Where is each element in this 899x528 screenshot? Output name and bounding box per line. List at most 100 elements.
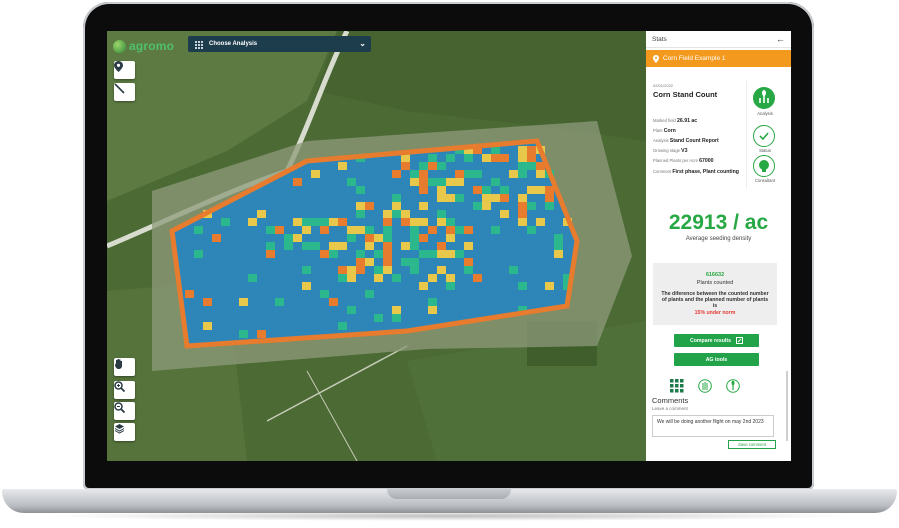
heatmap-cell [410, 226, 419, 234]
heatmap-cell [410, 170, 419, 178]
heatmap-cell [320, 226, 329, 234]
heatmap-cell [266, 226, 275, 234]
heatmap-cell [302, 282, 311, 290]
heatmap-cell [419, 218, 428, 226]
heatmap-cell [347, 274, 356, 282]
status-label: Status [759, 148, 771, 153]
heatmap-cell [419, 186, 428, 194]
heatmap-cell [545, 282, 554, 290]
tab-sprout[interactable] [726, 379, 740, 393]
heatmap-cell [338, 322, 347, 330]
heatmap-cell [518, 194, 527, 202]
heatmap-cell [545, 194, 554, 202]
heatmap-cell [446, 250, 455, 258]
heatmap-cell [428, 274, 437, 282]
heatmap-cell [338, 274, 347, 282]
heatmap-cell [482, 194, 491, 202]
compare-results-button[interactable]: Compare results [674, 334, 759, 347]
field-selector[interactable]: Corn Field Example 1 [646, 50, 791, 67]
heatmap-cell [464, 258, 473, 266]
plant-icon [759, 90, 769, 103]
tab-wheat[interactable] [698, 379, 712, 393]
heatmap-cell [527, 186, 536, 194]
ag-tools-button[interactable]: AG tools [674, 353, 759, 366]
measure-line-tool[interactable] [114, 83, 135, 101]
heatmap-cell [329, 298, 338, 306]
heatmap-cell [311, 218, 320, 226]
heatmap-cell [185, 290, 194, 298]
heatmap-cell [455, 178, 464, 186]
sprout-icon [726, 379, 740, 393]
heatmap-cell [518, 146, 527, 154]
heatmap-cell [410, 234, 419, 242]
zoom-out-tool[interactable] [114, 402, 135, 420]
wheat-icon [698, 379, 712, 393]
heatmap-cell [527, 202, 536, 210]
heatmap-cell [554, 250, 563, 258]
status-icons: Analysis Status Consultant [746, 81, 783, 189]
heatmap-cell [491, 194, 500, 202]
heatmap-cell [527, 154, 536, 162]
heatmap-cell [329, 218, 338, 226]
detail-plant: Plant Corn [653, 128, 676, 134]
heatmap-cell [491, 226, 500, 234]
heatmap-cell [311, 170, 320, 178]
zoom-in-tool[interactable] [114, 381, 135, 399]
status-check-button[interactable] [753, 125, 775, 147]
heatmap-cell [293, 178, 302, 186]
heatmap-cell [464, 242, 473, 250]
report-date: 02/01/2022 [653, 83, 674, 88]
heatmap-cell [392, 210, 401, 218]
back-arrow-icon[interactable]: ← [776, 34, 785, 44]
heatmap-cell [329, 242, 338, 250]
comment-textarea[interactable]: We will be doing another flight on may 2… [652, 415, 774, 437]
stats-title: Stats [652, 35, 667, 43]
analysis-status-button[interactable] [753, 87, 775, 109]
heatmap-cell [365, 234, 374, 242]
heatmap-cell [401, 162, 410, 170]
heatmap-cell [536, 218, 545, 226]
heatmap-cell [365, 226, 374, 234]
pin-icon [114, 61, 123, 72]
analysis-label: Analysis [757, 111, 773, 116]
save-comment-button[interactable]: Save comment [728, 440, 776, 449]
heatmap-cell [356, 266, 365, 274]
location-pin-tool[interactable] [114, 61, 135, 79]
heatmap-cell [446, 234, 455, 242]
panel-scrollbar[interactable] [786, 371, 788, 441]
heatmap-cell [392, 202, 401, 210]
satellite-map[interactable]: agromo Choose Analysis ⌄ [107, 31, 646, 461]
ag-tools-label: AG tools [705, 356, 728, 363]
layers-tool[interactable] [114, 423, 135, 441]
heatmap-cell [329, 250, 338, 258]
heatmap-cell [194, 250, 203, 258]
heatmap-cell [464, 154, 473, 162]
comments-title: Comments [652, 396, 689, 405]
heatmap-cell [437, 218, 446, 226]
heatmap-cell [428, 154, 437, 162]
hand-tool[interactable] [114, 358, 135, 376]
tab-grid[interactable] [670, 379, 684, 393]
heatmap-cell [347, 226, 356, 234]
heatmap-cell [212, 234, 221, 242]
heatmap-cell [401, 258, 410, 266]
heatmap-cell [464, 170, 473, 178]
heatmap-cell [500, 210, 509, 218]
heatmap-cell [383, 242, 392, 250]
heatmap-cell [383, 250, 392, 258]
heatmap-cell [518, 162, 527, 170]
agromo-logo[interactable]: agromo [113, 38, 174, 54]
heatmap-cell [518, 170, 527, 178]
detail-growing-stage: Growing stage V3 [653, 148, 688, 154]
consultant-button[interactable] [753, 155, 775, 177]
heatmap-cell [518, 282, 527, 290]
heatmap-cell [320, 218, 329, 226]
heatmap-cell [365, 242, 374, 250]
consultant-label: Consultant [754, 178, 776, 183]
average-density-label: Average seeding density [685, 236, 752, 242]
heatmap-cell [356, 250, 365, 258]
heatmap-cell [347, 178, 356, 186]
choose-analysis-dropdown[interactable]: Choose Analysis ⌄ [188, 36, 371, 52]
heatmap-cell [383, 210, 392, 218]
heatmap-cell [428, 306, 437, 314]
